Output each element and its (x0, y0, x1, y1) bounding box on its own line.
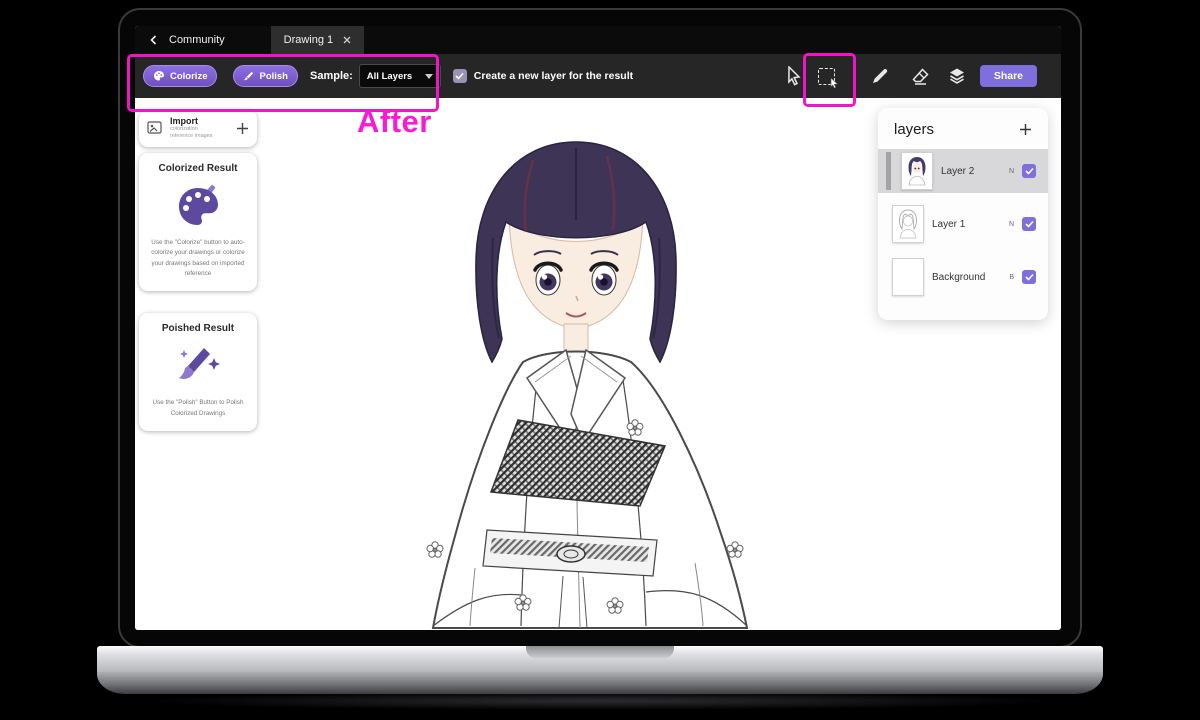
polished-result-title: Poished Result (161, 323, 235, 335)
cursor-icon (787, 66, 801, 86)
layer-row-layer-2[interactable]: Layer 2 N (878, 149, 1048, 193)
layer-thumbnail (901, 152, 933, 190)
import-card[interactable]: Import colorization reference images (139, 110, 257, 147)
back-button[interactable] (135, 26, 160, 54)
eraser-icon (912, 68, 929, 85)
title-bar: Community Drawing 1 (135, 26, 1061, 54)
import-subtitle: colorization reference images (170, 126, 213, 140)
check-icon (455, 72, 464, 80)
image-import-icon (147, 121, 162, 135)
layer-badge: N (1008, 220, 1014, 228)
polished-result-description: Use the "Polish" Button to Polish Colori… (152, 399, 244, 417)
polished-result-card: Poished Result Use the "Polish" Button t… (139, 313, 257, 432)
laptop-base-bottom (97, 672, 1103, 694)
tab-title: Drawing 1 (283, 34, 334, 46)
workspace: Import colorization reference images Col… (135, 98, 1061, 630)
close-icon[interactable] (343, 36, 351, 44)
layer-visibility-checkbox[interactable] (1022, 270, 1036, 284)
select-tool[interactable] (785, 66, 803, 86)
pencil-icon (872, 69, 888, 83)
annotation-highlight-marquee (803, 53, 856, 107)
brush-sparkle-icon (174, 344, 222, 392)
layer-badge: B (1009, 273, 1014, 281)
layer-row-layer-1[interactable]: Layer 1 N (878, 202, 1048, 246)
colorized-result-card: Colorized Result Use the "Colorize" butt… (139, 152, 257, 292)
check-icon (1024, 220, 1034, 228)
community-label[interactable]: Community (169, 26, 225, 54)
layers-panel-title: layers (894, 121, 935, 138)
selected-layer-indicator (886, 152, 891, 190)
share-button[interactable]: Share (979, 65, 1037, 87)
new-layer-label: Create a new layer for the result (473, 70, 634, 82)
eraser-tool[interactable] (911, 67, 930, 85)
tab-drawing-1[interactable]: Drawing 1 (270, 26, 365, 54)
import-title: Import (170, 116, 198, 126)
laptop-lid-notch (526, 646, 674, 658)
layer-badge: N (1008, 167, 1014, 175)
layers-tool[interactable] (948, 67, 966, 85)
check-icon (1024, 167, 1034, 175)
layer-name: Layer 1 (932, 218, 966, 230)
layer-visibility-checkbox[interactable] (1022, 217, 1036, 231)
layer-thumbnail (892, 205, 924, 243)
laptop-shadow (140, 692, 1060, 710)
plus-icon (237, 122, 248, 134)
add-layer-button[interactable] (1019, 123, 1032, 136)
check-icon (1024, 273, 1034, 281)
pencil-tool[interactable] (871, 67, 889, 85)
layers-icon (949, 68, 964, 84)
colorized-result-title: Colorized Result (158, 162, 238, 174)
layer-thumbnail (892, 258, 924, 296)
layer-name: Layer 2 (941, 165, 975, 177)
annotation-after-label: After (357, 104, 432, 139)
left-panel: Import colorization reference images Col… (139, 110, 257, 432)
layers-panel: layers Layer 2 N Layer 1 N Background B (878, 108, 1048, 320)
back-arrow-icon (150, 35, 157, 45)
layer-name: Background (932, 271, 986, 283)
layer-visibility-checkbox[interactable] (1022, 164, 1036, 178)
app-window: Community Drawing 1 Colorize Polish Samp… (135, 26, 1061, 630)
new-layer-checkbox[interactable] (452, 69, 467, 83)
plus-icon (1020, 124, 1031, 135)
layer-row-background[interactable]: Background B (878, 255, 1048, 299)
palette-brush-icon (174, 184, 222, 232)
colorized-result-description: Use the "Colorize" button to auto-colori… (151, 238, 245, 277)
import-add-button[interactable] (236, 122, 249, 135)
